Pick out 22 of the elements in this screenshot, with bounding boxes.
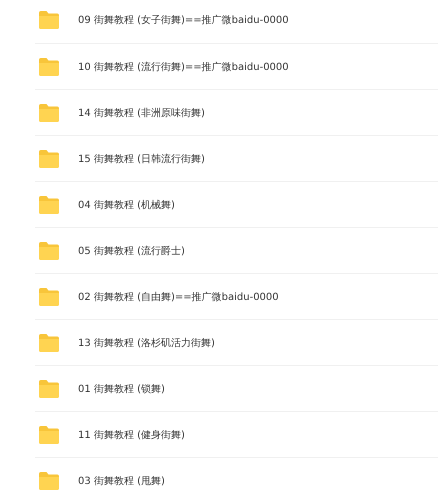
folder-name[interactable]: 05 街舞教程 (流行爵士): [78, 244, 185, 258]
folder-icon: [38, 332, 60, 352]
folder-icon: [38, 102, 60, 122]
folder-name[interactable]: 11 街舞教程 (健身街舞): [78, 428, 185, 442]
folder-name[interactable]: 01 街舞教程 (锁舞): [78, 382, 165, 396]
folder-name[interactable]: 02 街舞教程 (自由舞)==推广微baidu-0000: [78, 290, 279, 304]
folder-icon: [38, 56, 60, 76]
folder-icon: [38, 148, 60, 168]
folder-icon: [38, 240, 60, 260]
folder-icon: [38, 470, 60, 490]
folder-icon: [38, 194, 60, 214]
folder-icon: [38, 286, 60, 306]
folder-name[interactable]: 15 街舞教程 (日韩流行街舞): [78, 152, 205, 166]
folder-name[interactable]: 09 街舞教程 (女子街舞)==推广微baidu-0000: [78, 13, 289, 27]
folder-icon: [38, 10, 60, 30]
folder-name[interactable]: 14 街舞教程 (非洲原味街舞): [78, 106, 205, 120]
folder-name[interactable]: 10 街舞教程 (流行街舞)==推广微baidu-0000: [78, 60, 289, 74]
folder-icon: [38, 378, 60, 398]
folder-name[interactable]: 13 街舞教程 (洛杉矶活力街舞): [78, 336, 215, 350]
folder-name[interactable]: 03 街舞教程 (甩舞): [78, 474, 165, 488]
folder-name[interactable]: 04 街舞教程 (机械舞): [78, 198, 175, 212]
folder-icon: [38, 424, 60, 444]
